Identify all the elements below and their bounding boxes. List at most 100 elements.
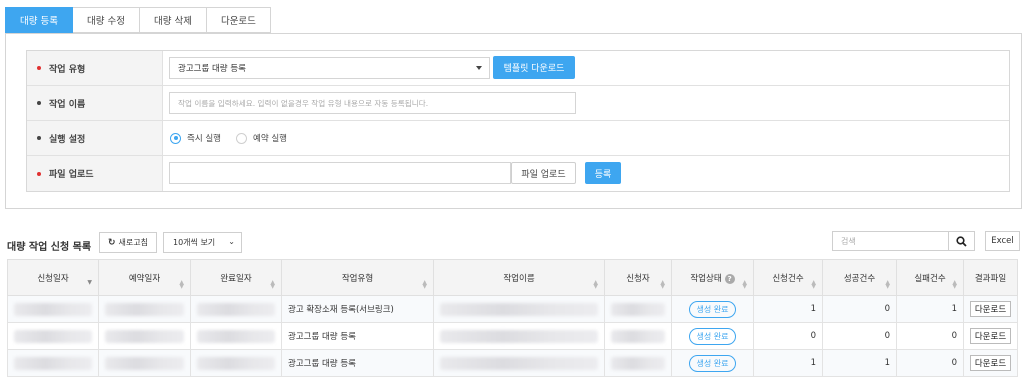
tab-bulk-delete[interactable]: 대량 삭제 xyxy=(139,7,207,33)
redacted-cell xyxy=(14,302,92,316)
template-download-button[interactable]: 템플릿 다운로드 xyxy=(493,56,575,79)
col-job-status[interactable]: 작업상태? ▲ ▼ xyxy=(671,259,754,296)
file-path-input[interactable] xyxy=(169,162,511,184)
fail-count-cell: 0 xyxy=(896,349,964,377)
radio-checked-icon xyxy=(170,132,181,144)
col-result-file: 결과파일 xyxy=(963,259,1018,296)
job-name-input[interactable]: 작업 이름을 입력하세요. 입력이 없을경우 작업 유형 내용으로 자동 등록됩… xyxy=(169,92,576,114)
tab-download[interactable]: 다운로드 xyxy=(206,7,271,33)
required-dot xyxy=(37,171,41,176)
result-download-button[interactable]: 다운로드 xyxy=(969,301,1012,317)
status-badge: 생성 완료 xyxy=(688,354,737,372)
table-row: 광고그룹 대량 등록 생성 완료 0 0 0 다운로드 xyxy=(7,322,1018,350)
status-badge: 생성 완료 xyxy=(688,300,737,318)
col-success-count[interactable]: 성공건수 ▲ ▼ xyxy=(822,259,897,296)
success-count-cell: 1 xyxy=(822,349,897,377)
job-name-row: 작업 이름 작업 이름을 입력하세요. 입력이 없을경우 작업 유형 내용으로 … xyxy=(27,86,1009,121)
refresh-icon: ↻ xyxy=(108,237,116,248)
page-size-select[interactable]: 10개씩 보기 ⌄ xyxy=(163,232,242,253)
job-type-cell: 광고그룹 대량 등록 xyxy=(281,322,434,350)
job-name-label: 작업 이름 xyxy=(49,99,86,110)
col-job-type[interactable]: 작업유형 ▲ ▼ xyxy=(281,259,434,296)
col-requester[interactable]: 신청자 ▲ ▼ xyxy=(604,259,672,296)
table-row: 광고 확장소재 등록(서브링크) 생성 완료 1 0 1 다운로드 xyxy=(7,295,1018,323)
file-upload-button[interactable]: 파일 업로드 xyxy=(511,162,576,184)
result-download-button[interactable]: 다운로드 xyxy=(969,355,1012,371)
sort-icon: ▲ ▼ xyxy=(952,279,957,290)
col-request-date[interactable]: 신청일자 ▼ xyxy=(7,259,99,296)
sort-icon: ▲ ▼ xyxy=(593,279,598,290)
redacted-cell xyxy=(611,329,665,343)
redacted-cell xyxy=(105,356,184,370)
sort-icon: ▲ ▼ xyxy=(742,279,747,290)
radio-run-now[interactable]: 즉시 실행 xyxy=(170,132,221,144)
redacted-cell xyxy=(611,302,665,316)
fail-count-cell: 1 xyxy=(896,295,964,323)
tab-bulk-edit[interactable]: 대량 수정 xyxy=(72,7,140,33)
redacted-cell xyxy=(440,329,598,343)
search-icon xyxy=(956,235,967,247)
radio-run-scheduled[interactable]: 예약 실행 xyxy=(236,132,287,144)
sort-desc-icon: ▼ xyxy=(87,279,92,286)
bulk-register-form: 작업 유형 광고그룹 대량 등록 템플릿 다운로드 작업 이름 작업 이름을 입… xyxy=(5,33,1022,209)
page-size-value: 10개씩 보기 xyxy=(173,238,216,247)
success-count-cell: 0 xyxy=(822,322,897,350)
bullet-dot xyxy=(37,101,41,105)
tab-bar: 대량 등록 대량 수정 대량 삭제 다운로드 xyxy=(5,7,271,33)
required-dot xyxy=(37,66,41,70)
job-type-row: 작업 유형 광고그룹 대량 등록 템플릿 다운로드 xyxy=(27,51,1009,86)
status-badge: 생성 완료 xyxy=(688,327,737,345)
col-complete-date[interactable]: 완료일자 ▲ ▼ xyxy=(190,259,282,296)
table-row: 광고그룹 대량 등록 생성 완료 1 1 0 다운로드 xyxy=(7,349,1018,377)
sort-icon: ▲ ▼ xyxy=(811,279,816,290)
job-type-select[interactable]: 광고그룹 대량 등록 xyxy=(169,57,490,79)
run-setting-label: 실행 설정 xyxy=(49,134,86,145)
file-upload-label: 파일 업로드 xyxy=(49,170,94,180)
list-title: 대량 작업 신청 목록 xyxy=(7,242,92,253)
result-download-button[interactable]: 다운로드 xyxy=(969,328,1012,344)
redacted-cell xyxy=(105,329,184,343)
form-table: 작업 유형 광고그룹 대량 등록 템플릿 다운로드 작업 이름 작업 이름을 입… xyxy=(26,50,1010,192)
redacted-cell xyxy=(105,302,184,316)
redacted-cell xyxy=(197,356,275,370)
fail-count-cell: 0 xyxy=(896,322,964,350)
col-reserve-date[interactable]: 예약일자 ▲ ▼ xyxy=(98,259,191,296)
chevron-down-icon: ⌄ xyxy=(228,237,235,246)
request-count-cell: 1 xyxy=(753,295,823,323)
search-button[interactable] xyxy=(948,231,975,251)
redacted-cell xyxy=(611,356,665,370)
sort-icon: ▲ ▼ xyxy=(660,279,665,290)
redacted-cell xyxy=(440,356,598,370)
tab-bulk-register[interactable]: 대량 등록 xyxy=(5,7,73,33)
request-count-cell: 0 xyxy=(753,322,823,350)
redacted-cell xyxy=(440,302,598,316)
help-icon[interactable]: ? xyxy=(724,273,735,284)
col-job-name[interactable]: 작업이름 ▲ ▼ xyxy=(433,259,605,296)
radio-run-scheduled-label: 예약 실행 xyxy=(253,134,287,144)
sort-icon: ▲ ▼ xyxy=(885,279,890,290)
col-fail-count[interactable]: 실패건수 ▲ ▼ xyxy=(896,259,964,296)
caret-down-icon xyxy=(476,66,482,70)
redacted-cell xyxy=(14,356,92,370)
col-request-count[interactable]: 신청건수 ▲ ▼ xyxy=(753,259,823,296)
excel-button[interactable]: Excel xyxy=(985,231,1020,251)
job-type-cell: 광고 확장소재 등록(서브링크) xyxy=(281,295,434,323)
job-type-cell: 광고그룹 대량 등록 xyxy=(281,349,434,377)
job-type-label: 작업 유형 xyxy=(49,64,86,75)
refresh-button[interactable]: ↻ 새로고침 xyxy=(99,232,157,253)
register-button[interactable]: 등록 xyxy=(585,162,621,184)
sort-icon: ▲ ▼ xyxy=(179,279,184,290)
success-count-cell: 0 xyxy=(822,295,897,323)
sort-icon: ▲ ▼ xyxy=(422,279,427,290)
redacted-cell xyxy=(197,302,275,316)
bullet-dot xyxy=(37,136,41,140)
table-header-row: 신청일자 ▼ 예약일자 ▲ ▼ 완료일자 ▲ ▼ 작업유형 ▲ ▼ 작업이름 ▲ ▼ 신청자 ▲ ▼ … xyxy=(7,259,1018,296)
run-setting-row: 실행 설정 즉시 실행 예약 실행 xyxy=(27,121,1009,156)
radio-run-now-label: 즉시 실행 xyxy=(187,134,221,144)
radio-unchecked-icon xyxy=(236,132,247,144)
request-count-cell: 1 xyxy=(753,349,823,377)
job-type-value: 광고그룹 대량 등록 xyxy=(178,64,246,74)
job-list-table: 신청일자 ▼ 예약일자 ▲ ▼ 완료일자 ▲ ▼ 작업유형 ▲ ▼ 작업이름 ▲ ▼ 신청자 ▲ ▼ … xyxy=(7,259,1018,377)
redacted-cell xyxy=(197,329,275,343)
search-input[interactable]: 검색 xyxy=(832,231,949,251)
